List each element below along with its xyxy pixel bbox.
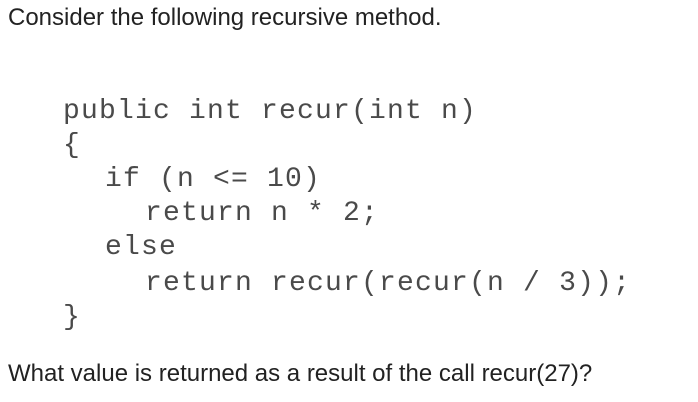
code-line-else: else xyxy=(105,232,178,263)
question-text: What value is returned as a result of th… xyxy=(8,360,593,387)
code-line-method-signature: public int recur(int n) xyxy=(63,96,478,127)
code-snippet-image: public int recur(int n) { if (n <= 10) r… xyxy=(54,90,682,338)
code-line-recursive-return: return recur(recur(n / 3)); xyxy=(145,268,632,299)
code-line-open-brace: { xyxy=(63,130,82,161)
code-line-base-return: return n * 2; xyxy=(145,198,380,229)
question-prompt: Consider the following recursive method. xyxy=(8,4,442,31)
code-line-if-condition: if (n <= 10) xyxy=(105,164,322,195)
code-line-close-brace: } xyxy=(63,302,82,333)
